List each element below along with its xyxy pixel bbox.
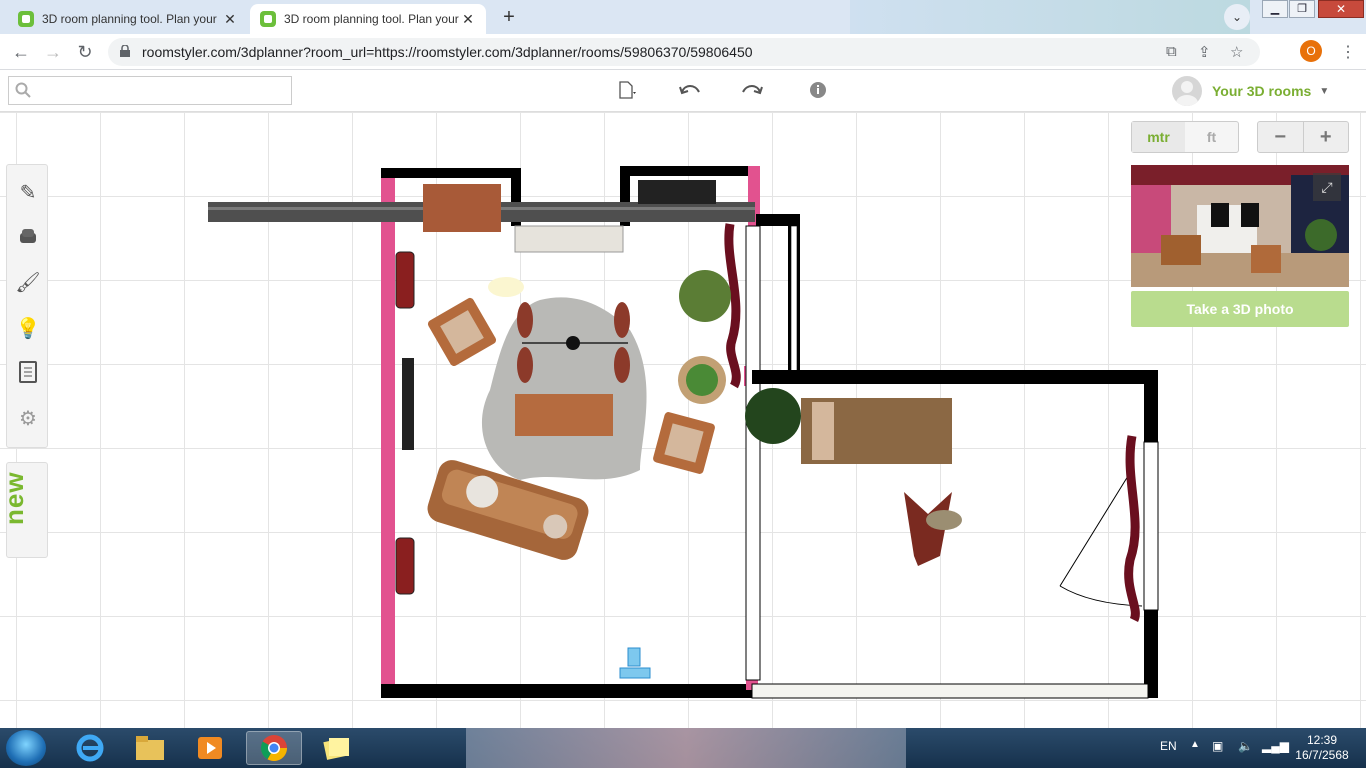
floor-plan[interactable] (0, 0, 1366, 768)
plant-2 (745, 388, 801, 444)
wall-room2-top (752, 370, 1158, 384)
clipboard-icon[interactable] (14, 359, 42, 387)
partition-open (790, 225, 798, 373)
windows-taskbar: EN ▲ ▣ 🔈 ▂▄▆ 12:39 16/7/2568 (0, 728, 1366, 768)
curtain-left-room (724, 223, 741, 389)
furniture-icon[interactable] (14, 225, 42, 253)
pendant-lamp (566, 336, 580, 350)
wall-sconce-bottom (395, 537, 415, 595)
system-clock[interactable]: 12:39 16/7/2568 (1294, 733, 1350, 763)
wall-bottom-left (381, 684, 753, 698)
console-table (514, 225, 624, 253)
clock-date: 16/7/2568 (1295, 748, 1349, 762)
language-indicator[interactable]: EN (1160, 739, 1177, 753)
wall-tv (402, 358, 414, 450)
file-explorer-icon[interactable] (122, 731, 178, 765)
partition-wall (745, 225, 761, 681)
paint-brush-icon[interactable]: 🖌 (14, 269, 42, 297)
3d-preview-thumbnail[interactable]: ⤢ (1131, 165, 1349, 287)
build-tool-icon[interactable]: ✎ (14, 179, 42, 207)
wall-room2-right-top (1144, 370, 1158, 442)
internet-explorer-icon[interactable] (62, 731, 118, 765)
wall-sconce-top (395, 251, 415, 309)
sticky-notes-icon[interactable] (308, 731, 364, 765)
fireplace (423, 184, 501, 232)
chair-1 (517, 302, 533, 338)
chair-2 (517, 347, 533, 383)
armchair-right (653, 412, 715, 474)
left-toolbar: ✎ 🖌 💡 ⚙ (6, 164, 48, 448)
unit-feet-button[interactable]: ft (1185, 122, 1238, 152)
clock-time: 12:39 (1306, 733, 1338, 747)
coffee-table (515, 394, 613, 436)
taskbar-background-image (466, 728, 906, 768)
zoom-controls: − + (1257, 121, 1349, 153)
chrome-icon[interactable] (246, 731, 302, 765)
wall-left (381, 170, 395, 696)
person-marker (627, 647, 641, 667)
wall-top-left-segment (381, 168, 521, 178)
wall-top-right-segment (620, 166, 760, 176)
start-button[interactable] (6, 730, 46, 766)
take-3d-photo-button[interactable]: Take a 3D photo (1131, 291, 1349, 327)
chair-3 (614, 302, 630, 338)
light-bulb-icon[interactable]: 💡 (14, 315, 42, 343)
network-device-icon[interactable]: ▣ (1212, 739, 1223, 753)
plant-1 (679, 270, 731, 322)
chair-4 (614, 347, 630, 383)
show-hidden-icons-icon[interactable]: ▲ (1190, 739, 1200, 750)
media-player-icon[interactable] (182, 731, 238, 765)
new-items-button[interactable]: new (0, 462, 48, 558)
zoom-out-button[interactable]: − (1258, 122, 1303, 152)
signal-icon[interactable]: ▂▄▆ (1262, 739, 1289, 753)
volume-icon[interactable]: 🔈 (1238, 739, 1253, 753)
curtain-right-room (1124, 435, 1140, 623)
tv-unit (638, 180, 716, 204)
new-label: new (0, 471, 29, 525)
unit-toggle: mtr ft (1131, 121, 1239, 153)
zoom-in-button[interactable]: + (1302, 122, 1349, 152)
armchair-top-left (427, 297, 497, 367)
fullscreen-icon[interactable]: ⤢ (1313, 173, 1341, 201)
screen: 3D room planning tool. Plan your ✕ 3D ro… (0, 0, 1366, 768)
wall-room2-right-window (1143, 441, 1159, 611)
unit-metric-button[interactable]: mtr (1132, 122, 1185, 152)
wall-room2-bottom (751, 683, 1149, 699)
light-glow (488, 277, 524, 297)
settings-gear-icon[interactable]: ⚙ (14, 405, 42, 433)
